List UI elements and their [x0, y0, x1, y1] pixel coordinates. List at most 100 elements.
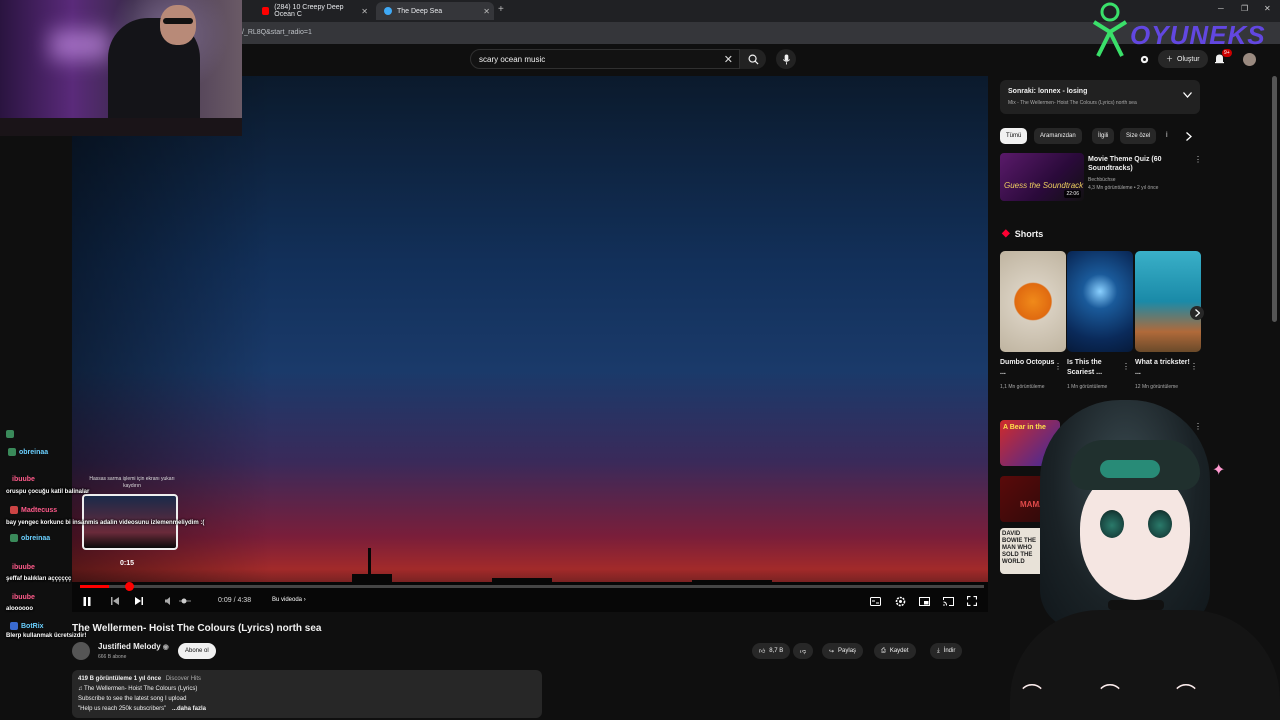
- shorts-label: Shorts: [1014, 228, 1044, 239]
- browser-tab-youtube[interactable]: (284) 10 Creepy Deep Ocean C ✕: [254, 2, 372, 20]
- dislike-button[interactable]: 👎︎: [793, 643, 814, 659]
- miniplayer-icon: [918, 596, 930, 606]
- cast-button[interactable]: [941, 594, 955, 608]
- video-title[interactable]: Movie Theme Quiz (60 Soundtracks): [1088, 155, 1188, 173]
- description-line: ♫ The Wellermen- Hoist The Colours (Lyri…: [78, 686, 198, 692]
- candy-cane-icon: ⌒: [1100, 684, 1120, 706]
- short-views: 12 Mn görüntüleme: [1135, 384, 1179, 390]
- video-thumbnail[interactable]: Guess the Soundtrack 22:06: [1000, 153, 1084, 201]
- page-scrollbar[interactable]: [1272, 76, 1277, 322]
- download-label: İndir: [943, 648, 956, 654]
- chevron-right-icon: [1194, 309, 1200, 317]
- thumbs-down-icon: 👎︎: [800, 649, 807, 655]
- view-count: 419 B görüntüleme: [78, 676, 133, 682]
- wave-favicon-icon: [384, 7, 392, 15]
- short-title[interactable]: Dumbo Octopus ...: [1000, 358, 1056, 378]
- short-title[interactable]: What a trickster! ...: [1135, 358, 1191, 378]
- tab-label: (284) 10 Creepy Deep Ocean C: [274, 4, 344, 18]
- streamer-webcam: [0, 0, 242, 136]
- chip-from-search[interactable]: Aramanızdan: [1034, 128, 1082, 144]
- video-meta: 4,3 Mn görüntüleme • 2 yıl önce: [1088, 185, 1159, 191]
- chevron-right-icon[interactable]: [1186, 132, 1192, 141]
- fullscreen-button[interactable]: [965, 594, 979, 608]
- stream-chat-overlay: obreinaa ibuube oruspu çocuğu katil bali…: [0, 426, 240, 646]
- youtube-favicon-icon: [262, 7, 270, 15]
- save-label: Kaydet: [889, 648, 909, 654]
- more-options-icon[interactable]: ⋮: [1190, 362, 1198, 371]
- close-tab-icon[interactable]: ✕: [361, 7, 368, 16]
- chat-username: ibuube: [12, 476, 35, 483]
- user-badge-icon: [10, 622, 18, 630]
- search-input[interactable]: scary ocean music: [479, 55, 545, 64]
- chat-username: ibuube: [12, 564, 35, 571]
- chat-user-badge-icon: [6, 430, 14, 438]
- more-options-icon[interactable]: ⋮: [1122, 362, 1130, 371]
- chat-username: BotRix: [10, 622, 44, 630]
- thumbnail-text: Guess the Soundtrack: [1004, 181, 1084, 190]
- subscriber-count: 666 B abone: [98, 654, 127, 660]
- tab-label: The Deep Sea: [397, 7, 443, 15]
- sparkle-icon: ✦: [1212, 462, 1226, 479]
- fullscreen-icon: [967, 596, 977, 606]
- hashtag-link[interactable]: Discover Hits: [166, 676, 201, 682]
- chip-for-you[interactable]: Size özel: [1120, 128, 1157, 144]
- short-title[interactable]: Is This the Scariest ...: [1067, 358, 1123, 378]
- subtitles-icon: [869, 596, 881, 606]
- save-button[interactable]: ⎙ Kaydet: [874, 643, 916, 659]
- cast-icon: [942, 596, 954, 606]
- chip-all[interactable]: Tümü: [1000, 128, 1028, 144]
- voice-search-button[interactable]: [776, 49, 796, 69]
- upload-age: 1 yıl önce: [133, 676, 162, 682]
- subtitles-button[interactable]: [868, 594, 882, 608]
- share-button[interactable]: ↪ Paylaş: [822, 643, 864, 659]
- recommended-video[interactable]: Guess the Soundtrack 22:06 Movie Theme Q…: [1000, 153, 1202, 205]
- share-label: Paylaş: [838, 648, 857, 654]
- candy-cane-icon: ⌒: [1176, 684, 1196, 706]
- filter-chips: Tümü Aramanızdan İlgili Size özel İ: [1000, 128, 1200, 144]
- search-box[interactable]: scary ocean music ✕: [470, 49, 740, 69]
- more-options-icon[interactable]: ⋮: [1054, 362, 1062, 371]
- chat-username: Madtecuss: [10, 506, 57, 514]
- chat-message: bay yengec korkunc bi insanmis adalin vi…: [6, 520, 205, 526]
- chapter-button[interactable]: Bu videoda ›: [272, 597, 306, 603]
- chip-related[interactable]: İlgili: [1092, 128, 1115, 144]
- show-more-link[interactable]: ...daha fazla: [172, 706, 206, 712]
- user-badge-icon: [10, 534, 18, 542]
- chat-username: obreinaa: [10, 534, 50, 542]
- user-badge-icon: [10, 506, 18, 514]
- chat-message: Blerp kullanmak ücretsizdir!: [6, 633, 87, 639]
- chat-message: şeffaf balıkları açççççç: [6, 576, 72, 582]
- short-thumbnail[interactable]: [1135, 251, 1201, 352]
- short-thumbnail[interactable]: [1000, 251, 1066, 352]
- settings-button[interactable]: [893, 594, 907, 608]
- channel-name: Bechbüchse: [1088, 177, 1116, 183]
- chevron-right-icon: ›: [303, 597, 306, 603]
- new-tab-icon[interactable]: +: [498, 4, 504, 15]
- chevron-down-icon[interactable]: [1183, 92, 1192, 98]
- search-button[interactable]: [740, 49, 766, 69]
- chat-message: aloooooo: [6, 606, 33, 612]
- short-thumbnail[interactable]: [1067, 251, 1133, 352]
- video-duration: 22:06: [1064, 190, 1081, 198]
- chip-more[interactable]: İ: [1164, 128, 1170, 144]
- download-icon: ⤓: [937, 647, 940, 654]
- short-views: 1 Mn görüntüleme: [1067, 384, 1108, 390]
- close-tab-icon[interactable]: ✕: [483, 7, 490, 16]
- short-views: 1,1 Mn görüntüleme: [1000, 384, 1045, 390]
- more-options-icon[interactable]: ⋮: [1194, 155, 1202, 164]
- download-button[interactable]: ⤓ İndir: [930, 643, 963, 659]
- microphone-icon: [782, 53, 790, 65]
- chapter-label: Bu videoda: [272, 597, 303, 603]
- logo-wordmark: OYUNEKS: [1130, 20, 1266, 50]
- mix-playlist-panel[interactable]: Sonraki: lonnex - losing Mix - The Welle…: [1000, 80, 1200, 114]
- shorts-next-button[interactable]: [1190, 306, 1204, 320]
- like-button[interactable]: 👍︎ 8,7 B: [752, 643, 791, 659]
- vtuber-avatar: ✦ ⌒ ⌒ ⌒: [1000, 400, 1280, 720]
- miniplayer-button[interactable]: [917, 594, 931, 608]
- clear-search-icon[interactable]: ✕: [724, 53, 733, 66]
- browser-tab-deep-sea[interactable]: The Deep Sea ✕: [376, 2, 494, 20]
- user-badge-icon: [8, 448, 16, 456]
- description-box[interactable]: 419 B görüntüleme 1 yıl önce Discover Hi…: [72, 670, 542, 718]
- description-line: Subscribe to see the latest song I uploa…: [78, 696, 187, 702]
- share-arrow-icon: ↪: [829, 648, 835, 655]
